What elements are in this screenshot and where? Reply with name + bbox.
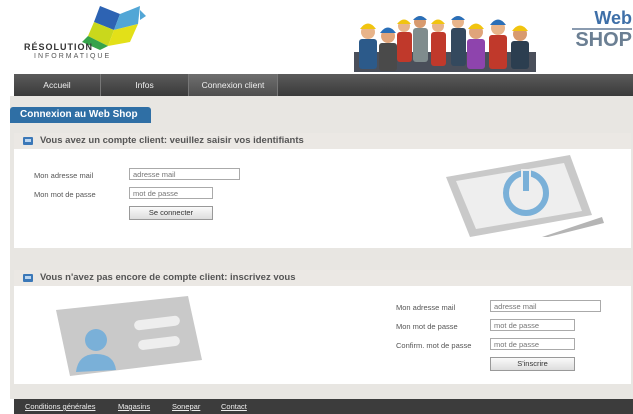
nav-item-accueil[interactable]: Accueil <box>14 74 101 96</box>
login-panel-header: Vous avez un compte client: veuillez sai… <box>14 133 631 149</box>
register-email-input[interactable] <box>490 300 601 312</box>
site-header: RÉSOLUTION INFORMATIQUE Web SHOP <box>0 0 633 74</box>
login-password-input[interactable] <box>129 187 213 199</box>
register-confirm-label: Confirm. mot de passe <box>396 341 472 350</box>
login-heading: Vous avez un compte client: veuillez sai… <box>40 135 304 146</box>
login-email-input[interactable] <box>129 168 240 180</box>
register-panel-header: Vous n'avez pas encore de compte client:… <box>14 270 631 286</box>
id-card-icon <box>56 296 202 376</box>
nav-item-infos[interactable]: Infos <box>101 74 189 96</box>
register-password-label: Mon mot de passe <box>396 322 458 331</box>
register-confirm-input[interactable] <box>490 338 575 350</box>
nav-item-connexion-client[interactable]: Connexion client <box>189 74 278 96</box>
footer-link-magasins[interactable]: Magasins <box>118 403 150 411</box>
login-panel: Vous avez un compte client: veuillez sai… <box>14 133 631 248</box>
register-heading: Vous n'avez pas encore de compte client:… <box>40 272 296 283</box>
register-submit-button[interactable]: S'inscrire <box>490 357 575 371</box>
main-nav: Accueil Infos Connexion client <box>14 74 633 96</box>
login-submit-button[interactable]: Se connecter <box>129 206 213 220</box>
site-footer: Conditions générales Magasins Sonepar Co… <box>14 399 633 414</box>
footer-link-sonepar[interactable]: Sonepar <box>172 403 200 411</box>
footer-link-contact[interactable]: Contact <box>221 403 247 411</box>
login-email-label: Mon adresse mail <box>34 171 94 180</box>
webshop-line1: Web <box>594 8 632 28</box>
webshop-line2: SHOP <box>572 28 632 50</box>
register-password-input[interactable] <box>490 319 575 331</box>
laptop-power-icon <box>446 155 604 237</box>
window-icon <box>23 137 33 145</box>
workers-banner-image <box>354 16 536 72</box>
brand-name: RÉSOLUTION <box>24 42 94 52</box>
footer-link-conditions[interactable]: Conditions générales <box>25 403 95 411</box>
brand-subtitle: INFORMATIQUE <box>34 53 112 60</box>
login-password-label: Mon mot de passe <box>34 190 96 199</box>
window-icon <box>23 274 33 282</box>
register-email-label: Mon adresse mail <box>396 303 456 312</box>
section-title: Connexion au Web Shop <box>10 107 151 123</box>
register-panel: Vous n'avez pas encore de compte client:… <box>14 270 631 384</box>
webshop-logo: Web SHOP <box>572 8 632 52</box>
